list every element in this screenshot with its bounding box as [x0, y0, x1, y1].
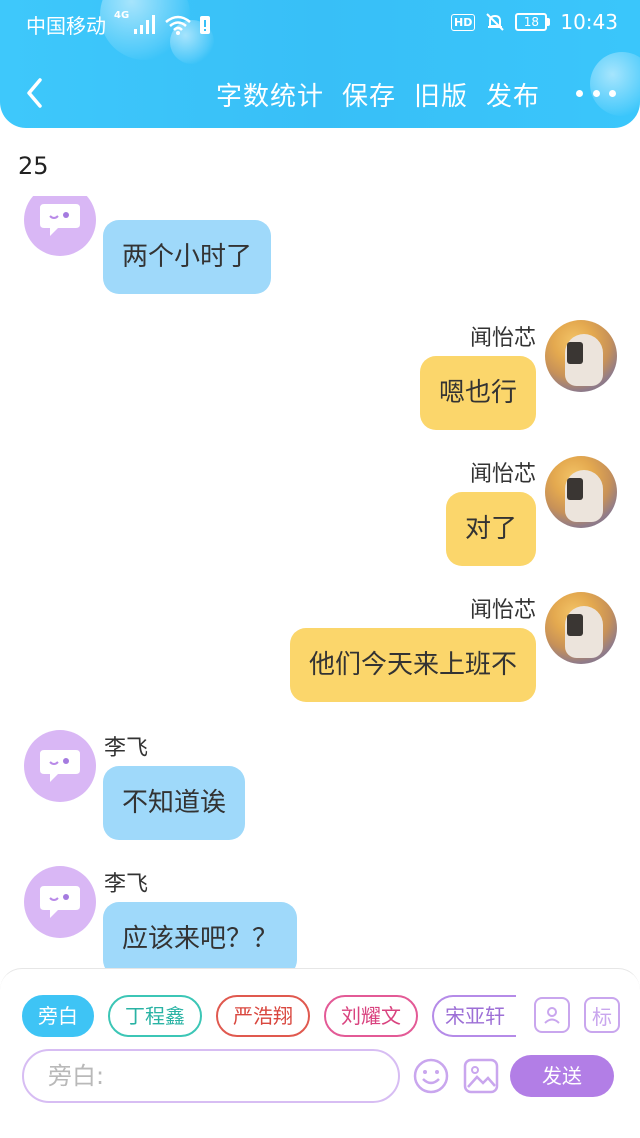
hd-badge: HD [451, 13, 476, 31]
role-chip[interactable]: 严浩翔 [216, 995, 310, 1037]
publish-button[interactable]: 发布 [486, 76, 540, 113]
role-selector: 旁白 丁程鑫 严浩翔 刘耀文 宋亚轩 [22, 995, 516, 1037]
message-bubble[interactable]: 对了 [445, 492, 536, 566]
message-bubble[interactable]: 应该来吧？？ [103, 902, 298, 968]
composer-panel: 旁白 丁程鑫 严浩翔 刘耀文 宋亚轩 标 旁白: 发送 [0, 968, 640, 1138]
smiley-icon[interactable] [412, 1057, 450, 1095]
status-bar: 中国移动 4G HD 18 10:43 [0, 0, 640, 44]
top-header: 中国移动 4G HD 18 10:43 字数统计 保存 旧版 发布 [0, 0, 640, 128]
message-bubble[interactable]: 嗯也行 [419, 356, 536, 430]
clock: 10:43 [560, 10, 618, 34]
message-input[interactable]: 旁白: [22, 1049, 400, 1103]
role-chip[interactable]: 刘耀文 [324, 995, 418, 1037]
sender-name: 李飞 [104, 872, 149, 897]
chat-bubble-icon[interactable] [24, 196, 96, 256]
chevron-left-icon[interactable] [22, 76, 50, 110]
signal-icon [134, 14, 156, 34]
save-button[interactable]: 保存 [342, 76, 396, 113]
chat-bubble-icon[interactable] [24, 866, 96, 938]
role-chip[interactable]: 宋亚轩 [432, 995, 516, 1037]
word-stats-button[interactable]: 字数统计 [216, 76, 324, 113]
network-label: 4G [114, 10, 130, 21]
wifi-icon [165, 15, 191, 35]
chat-bubble-icon[interactable] [24, 730, 96, 802]
bell-off-icon [486, 13, 505, 31]
role-chip-narrator[interactable]: 旁白 [22, 995, 94, 1037]
app: { "status": {"carrier":"中国移动","network":… [0, 0, 640, 1138]
nav-bar: 字数统计 保存 旧版 发布 [0, 66, 640, 120]
sender-name: 闻怡芯 [469, 462, 536, 487]
person-card-icon[interactable] [534, 997, 570, 1033]
battery-level: 18 [515, 13, 548, 31]
word-count: 25 [18, 152, 49, 180]
sender-name: 闻怡芯 [469, 598, 536, 623]
chat-list[interactable]: 两个小时了 闻怡芯 嗯也行 闻怡芯 对了 闻怡芯 他们今天来上班不 李飞 不知道… [0, 196, 640, 968]
user-avatar[interactable] [545, 320, 617, 392]
message-bubble[interactable]: 他们今天来上班不 [289, 628, 536, 702]
sim-alert-icon [200, 15, 211, 34]
old-version-button[interactable]: 旧版 [414, 76, 468, 113]
role-chip[interactable]: 丁程鑫 [108, 995, 202, 1037]
tag-button[interactable]: 标 [584, 997, 620, 1033]
sender-name: 李飞 [104, 736, 149, 761]
battery-icon: 18 [515, 13, 551, 31]
message-bubble[interactable]: 两个小时了 [103, 220, 272, 294]
send-button[interactable]: 发送 [510, 1055, 614, 1097]
message-bubble[interactable]: 不知道诶 [103, 766, 246, 840]
carrier-label: 中国移动 [26, 14, 106, 38]
more-dots-icon[interactable] [576, 76, 616, 110]
user-avatar[interactable] [545, 456, 617, 528]
image-icon[interactable] [462, 1057, 500, 1095]
user-avatar[interactable] [545, 592, 617, 664]
sender-name: 闻怡芯 [469, 326, 536, 351]
